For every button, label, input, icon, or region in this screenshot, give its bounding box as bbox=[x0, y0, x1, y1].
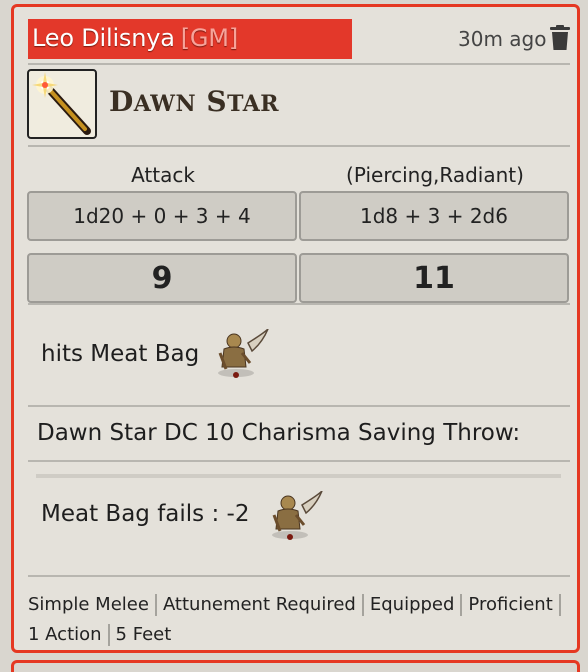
property-separator bbox=[558, 594, 561, 616]
property-tag: Equipped bbox=[369, 594, 455, 615]
property-separator bbox=[154, 594, 157, 616]
damage-total[interactable]: 11 bbox=[299, 253, 569, 303]
property-tag: 1 Action bbox=[28, 624, 102, 645]
item-properties: Simple Melee Attunement Required Equipped P… bbox=[28, 590, 568, 650]
property-separator bbox=[460, 594, 463, 616]
property-tag: Attunement Required bbox=[162, 594, 356, 615]
damage-label: (Piercing,Radiant) bbox=[346, 163, 524, 187]
trash-icon[interactable] bbox=[549, 25, 571, 51]
divider bbox=[28, 575, 570, 577]
message-sender-header: Leo Dilisnya [GM] bbox=[28, 19, 352, 59]
saving-throw-result: Meat Bag fails : -2 bbox=[41, 501, 250, 527]
sender-name-text: Leo Dilisnya bbox=[32, 24, 175, 52]
goblin-token-icon[interactable] bbox=[212, 329, 272, 379]
divider bbox=[28, 145, 570, 147]
property-tag: Proficient bbox=[468, 594, 553, 615]
property-separator bbox=[107, 624, 110, 646]
divider bbox=[28, 303, 570, 305]
item-name-rest-2: TAR bbox=[227, 91, 280, 117]
property-tag: Simple Melee bbox=[28, 594, 149, 615]
divider bbox=[28, 405, 570, 407]
item-name-initial-2: S bbox=[206, 85, 228, 118]
hit-target-text: hits Meat Bag bbox=[41, 341, 200, 367]
divider bbox=[28, 460, 570, 462]
divider bbox=[36, 474, 561, 478]
attack-total[interactable]: 9 bbox=[27, 253, 297, 303]
saving-throw-title: Dawn Star DC 10 Charisma Saving Throw: bbox=[37, 420, 521, 446]
magic-wand-icon[interactable] bbox=[27, 69, 97, 139]
chat-message-card: Leo Dilisnya [GM] 30m ago DAWN STAR Attac… bbox=[11, 4, 580, 653]
goblin-token-icon[interactable] bbox=[266, 491, 326, 541]
divider bbox=[28, 63, 570, 65]
item-name-rest: AWN bbox=[133, 91, 197, 117]
damage-formula[interactable]: 1d8 + 3 + 2d6 bbox=[299, 191, 569, 241]
item-name: DAWN STAR bbox=[109, 85, 279, 118]
next-message-card-edge bbox=[11, 660, 580, 672]
item-name-initial: D bbox=[109, 85, 134, 118]
gm-tag: [GM] bbox=[180, 24, 238, 52]
message-timestamp: 30m ago bbox=[458, 27, 547, 51]
property-tag: 5 Feet bbox=[115, 624, 172, 645]
property-separator bbox=[361, 594, 364, 616]
attack-label: Attack bbox=[131, 163, 195, 187]
sender-name: Leo Dilisnya [GM] bbox=[32, 24, 238, 52]
attack-formula[interactable]: 1d20 + 0 + 3 + 4 bbox=[27, 191, 297, 241]
